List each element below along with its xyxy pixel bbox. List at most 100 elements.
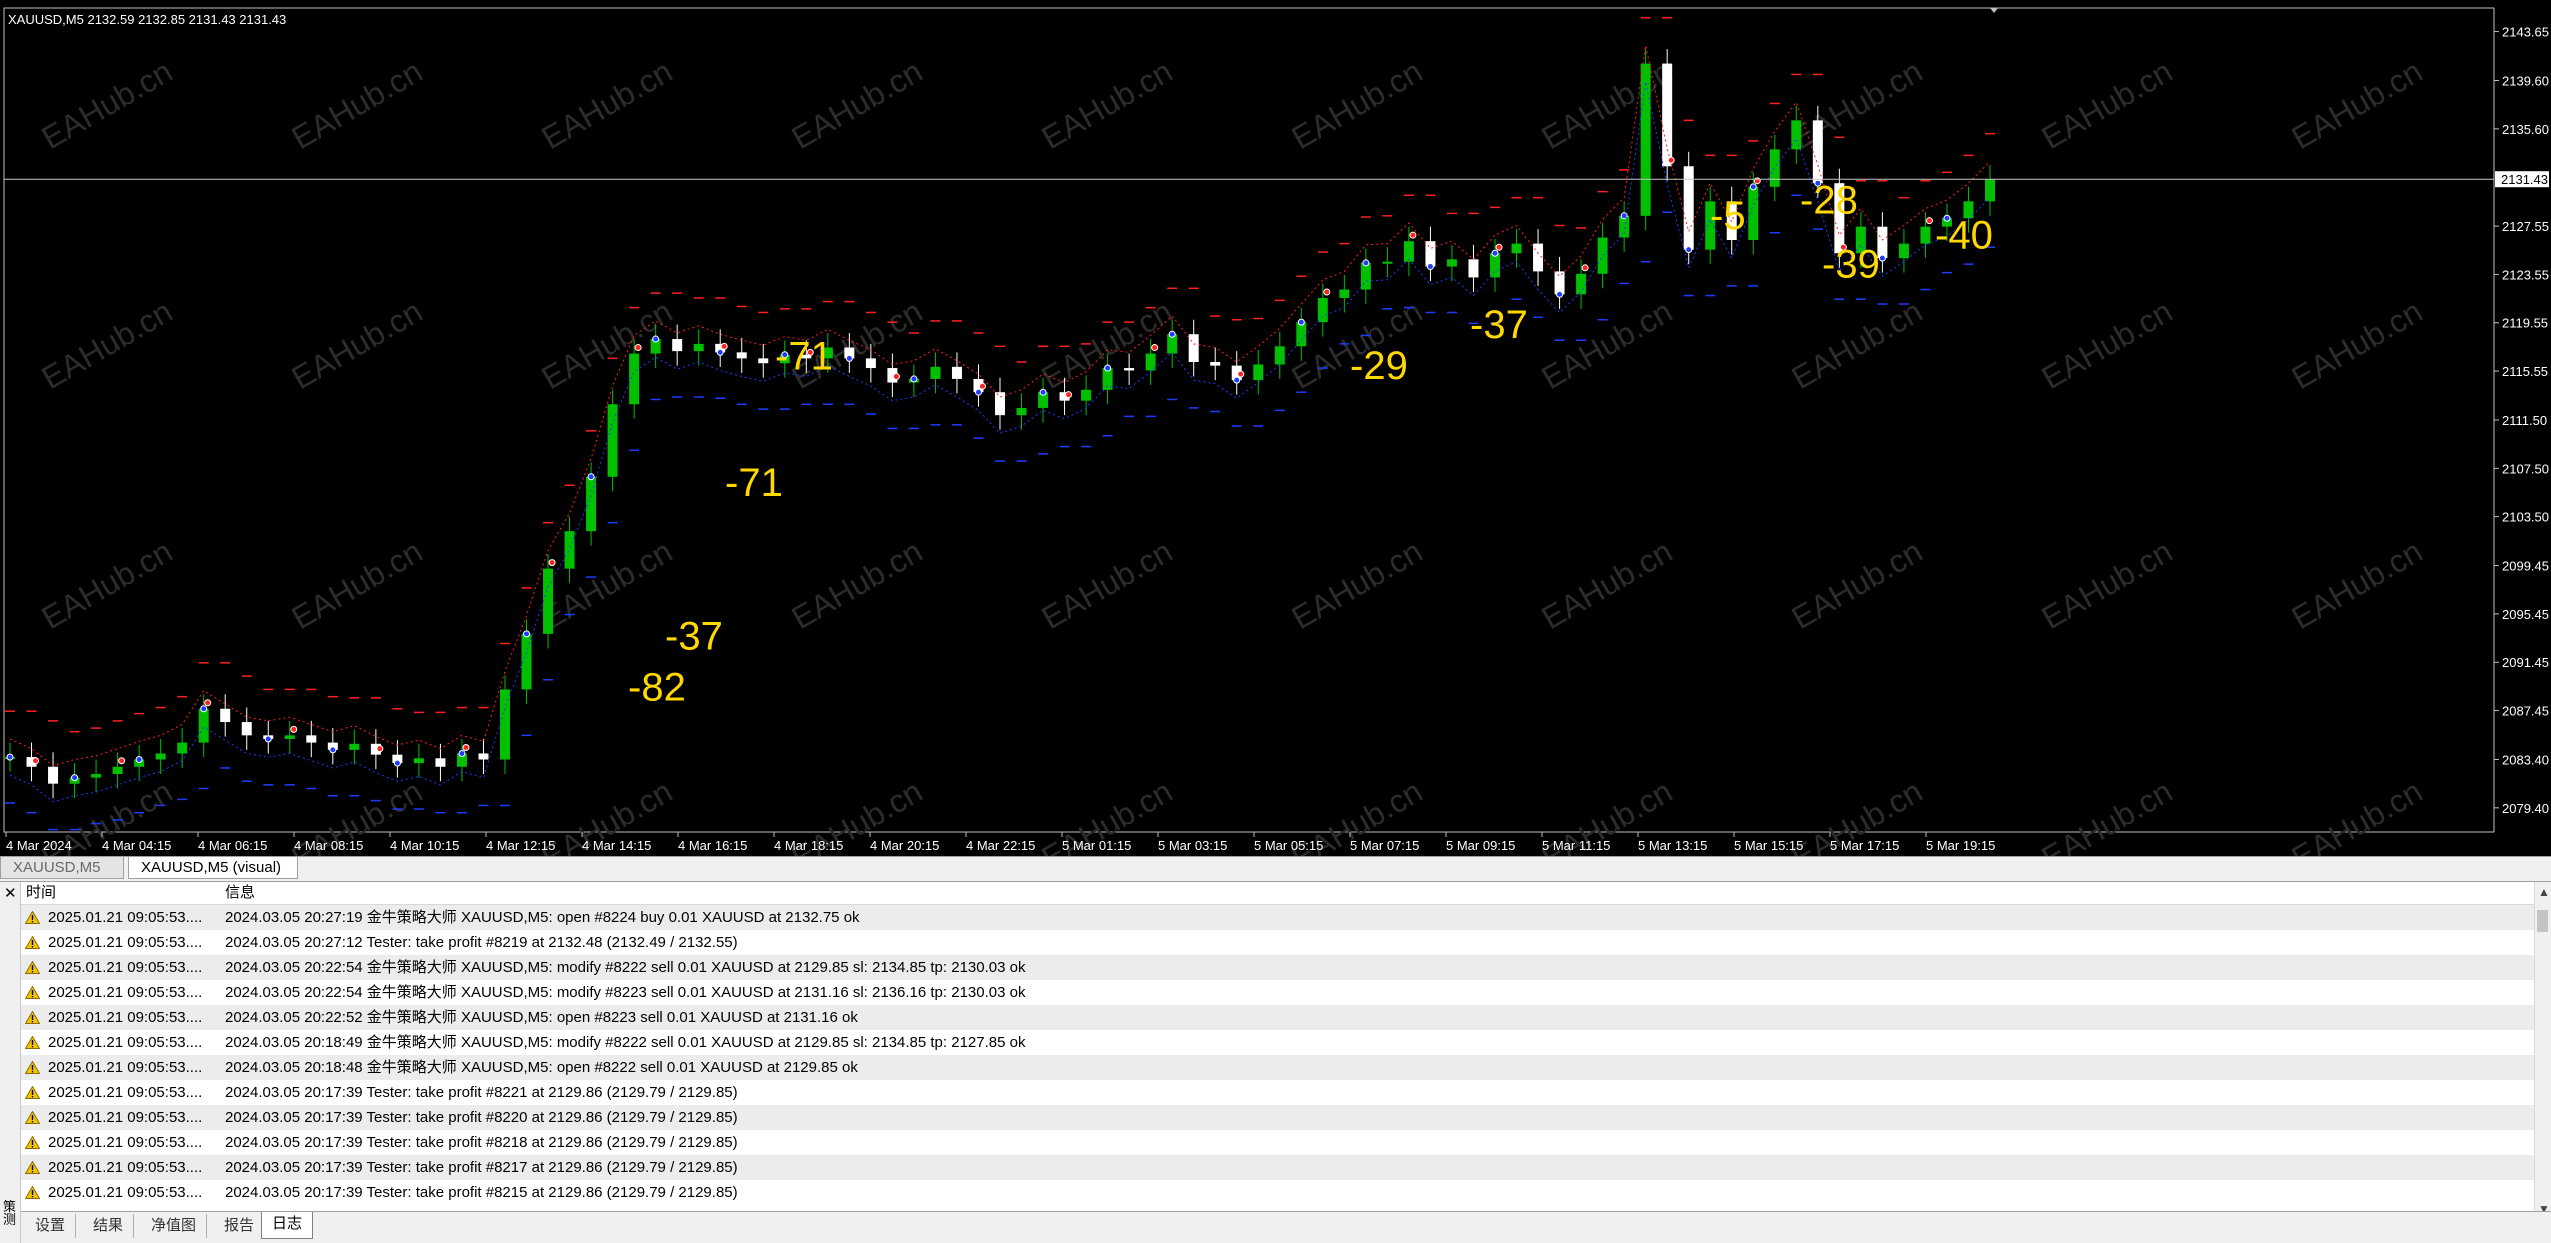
log-row[interactable]: 2025.01.21 09:05:53.... 2024.03.05 20:22:…: [21, 980, 2535, 1005]
buy-arrow-marker: [1426, 263, 1434, 271]
warning-icon: [25, 936, 40, 949]
buy-arrow-marker: [1362, 259, 1370, 267]
tab-equity-graph[interactable]: 净值图: [141, 1214, 208, 1238]
log-time: 2025.01.21 09:05:53....: [48, 1009, 203, 1026]
log-row[interactable]: 2025.01.21 09:05:53.... 2024.03.05 20:18:…: [21, 1055, 2535, 1080]
log-list: 2025.01.21 09:05:53.... 2024.03.05 20:27:…: [21, 905, 2535, 1205]
candle-body: [1920, 226, 1931, 244]
time-axis-label: 5 Mar 13:15: [1638, 838, 1707, 853]
sell-arrow-marker: [376, 745, 384, 753]
log-row[interactable]: 2025.01.21 09:05:53.... 2024.03.05 20:17:…: [21, 1130, 2535, 1155]
candle-body: [478, 753, 489, 760]
buy-arrow-marker: [1039, 388, 1047, 396]
log-time: 2025.01.21 09:05:53....: [48, 1109, 203, 1126]
warning-icon: [25, 1086, 40, 1099]
price-axis-label: 2119.55: [2502, 316, 2548, 331]
sell-arrow-marker: [204, 699, 212, 707]
scroll-thumb[interactable]: [2537, 910, 2548, 932]
candle-body: [198, 708, 209, 743]
log-message: 2024.03.05 20:17:39 Tester: take profit …: [225, 1109, 738, 1126]
candle-body: [951, 366, 962, 379]
sell-arrow-marker: [1925, 217, 1933, 225]
log-row[interactable]: 2025.01.21 09:05:53.... 2024.03.05 20:18:…: [21, 1030, 2535, 1055]
buy-arrow-marker: [200, 705, 208, 713]
price-axis-label: 2135.60: [2502, 122, 2549, 137]
buy-arrow-marker: [652, 335, 660, 343]
tab-results[interactable]: 结果: [83, 1214, 135, 1238]
time-axis-label: 4 Mar 20:15: [870, 838, 939, 853]
profit-label: -39: [1822, 242, 1880, 286]
chart-canvas[interactable]: EAHub.cn EAHub.cn EAHub.cn EAHub.cn EAHub.cn…: [0, 0, 2551, 856]
time-axis-label: 5 Mar 07:15: [1350, 838, 1419, 853]
candle-body: [1468, 259, 1479, 278]
candle-body: [1188, 334, 1199, 363]
sell-arrow-marker: [978, 382, 986, 390]
sell-arrow-marker: [1667, 156, 1675, 164]
time-axis-label: 5 Mar 15:15: [1734, 838, 1803, 853]
log-row[interactable]: 2025.01.21 09:05:53.... 2024.03.05 20:27:…: [21, 905, 2535, 930]
candle-body: [1597, 237, 1608, 274]
time-axis-label: 4 Mar 10:15: [390, 838, 459, 853]
candle-body: [865, 358, 876, 369]
candle-body: [672, 339, 683, 352]
candle-body: [306, 735, 317, 743]
buy-arrow-marker: [716, 348, 724, 356]
buy-arrow-marker: [393, 759, 401, 767]
buy-arrow-marker: [974, 388, 982, 396]
log-row[interactable]: 2025.01.21 09:05:53.... 2024.03.05 20:22:…: [21, 1005, 2535, 1030]
log-row[interactable]: 2025.01.21 09:05:53.... 2024.03.05 20:17:…: [21, 1180, 2535, 1205]
log-message: 2024.03.05 20:17:39 Tester: take profit …: [225, 1134, 738, 1151]
chart-tab-xauusd-m5[interactable]: XAUUSD,M5: [0, 857, 124, 879]
buy-arrow-marker: [329, 746, 337, 754]
buy-arrow-marker: [587, 473, 595, 481]
log-row[interactable]: 2025.01.21 09:05:53.... 2024.03.05 20:17:…: [21, 1080, 2535, 1105]
candle-body: [1769, 149, 1780, 187]
time-axis-label: 4 Mar 04:15: [102, 838, 171, 853]
sell-arrow-marker: [1151, 344, 1159, 352]
tab-journal[interactable]: 日志: [261, 1212, 314, 1239]
tester-tabs: 设置 结果 净值图 报告 日志: [21, 1211, 2551, 1243]
warning-icon: [25, 961, 40, 974]
warning-icon: [25, 1061, 40, 1074]
column-header-time[interactable]: 时间: [26, 882, 56, 904]
tab-report[interactable]: 报告: [214, 1214, 266, 1238]
log-row[interactable]: 2025.01.21 09:05:53.... 2024.03.05 20:17:…: [21, 1105, 2535, 1130]
profit-label: -5: [1710, 194, 1746, 238]
candle-body: [1490, 253, 1500, 278]
log-row[interactable]: 2025.01.21 09:05:53.... 2024.03.05 20:17:…: [21, 1155, 2535, 1180]
sell-arrow-marker: [1495, 243, 1503, 251]
log-time: 2025.01.21 09:05:53....: [48, 1059, 203, 1076]
price-chart[interactable]: EAHub.cn EAHub.cn EAHub.cn EAHub.cn EAHub.cn…: [0, 0, 2551, 856]
log-message: 2024.03.05 20:18:49 金牛策略大师 XAUUSD,M5: mo…: [225, 1034, 1026, 1051]
time-axis-label: 5 Mar 09:15: [1446, 838, 1515, 853]
log-row[interactable]: 2025.01.21 09:05:53.... 2024.03.05 20:22:…: [21, 955, 2535, 980]
chart-background: [0, 0, 2551, 856]
log-time: 2025.01.21 09:05:53....: [48, 984, 203, 1001]
warning-icon: [25, 1111, 40, 1124]
sell-arrow-marker: [290, 725, 298, 733]
tab-settings[interactable]: 设置: [25, 1214, 77, 1238]
buy-arrow-marker: [458, 749, 466, 757]
scroll-up-icon[interactable]: ▲: [2538, 885, 2550, 899]
close-icon[interactable]: ✕: [4, 884, 17, 902]
time-axis-label: 4 Mar 08:15: [294, 838, 363, 853]
buy-arrow-marker: [6, 753, 14, 761]
time-axis-label: 5 Mar 17:15: [1830, 838, 1899, 853]
price-axis-label: 2099.45: [2502, 559, 2549, 574]
time-axis-label: 4 Mar 12:15: [486, 838, 555, 853]
candle-body: [1253, 364, 1264, 381]
time-axis-label: 4 Mar 18:15: [774, 838, 843, 853]
log-scrollbar[interactable]: ▲ ▼: [2534, 882, 2551, 1219]
log-time: 2025.01.21 09:05:53....: [48, 1184, 203, 1201]
log-row[interactable]: 2025.01.21 09:05:53.... 2024.03.05 20:27:…: [21, 930, 2535, 955]
buy-arrow-marker: [1685, 246, 1693, 254]
chart-tab-xauusd-m5-visual[interactable]: XAUUSD,M5 (visual): [128, 857, 298, 879]
sell-arrow-marker: [634, 344, 642, 352]
candle-body: [349, 743, 360, 750]
candle-body: [564, 531, 575, 569]
time-axis-label: 5 Mar 11:15: [1542, 838, 1610, 853]
candle-body: [586, 476, 597, 532]
column-header-info[interactable]: 信息: [225, 882, 255, 904]
candle-body: [1274, 346, 1285, 365]
candle-body: [1360, 262, 1371, 290]
